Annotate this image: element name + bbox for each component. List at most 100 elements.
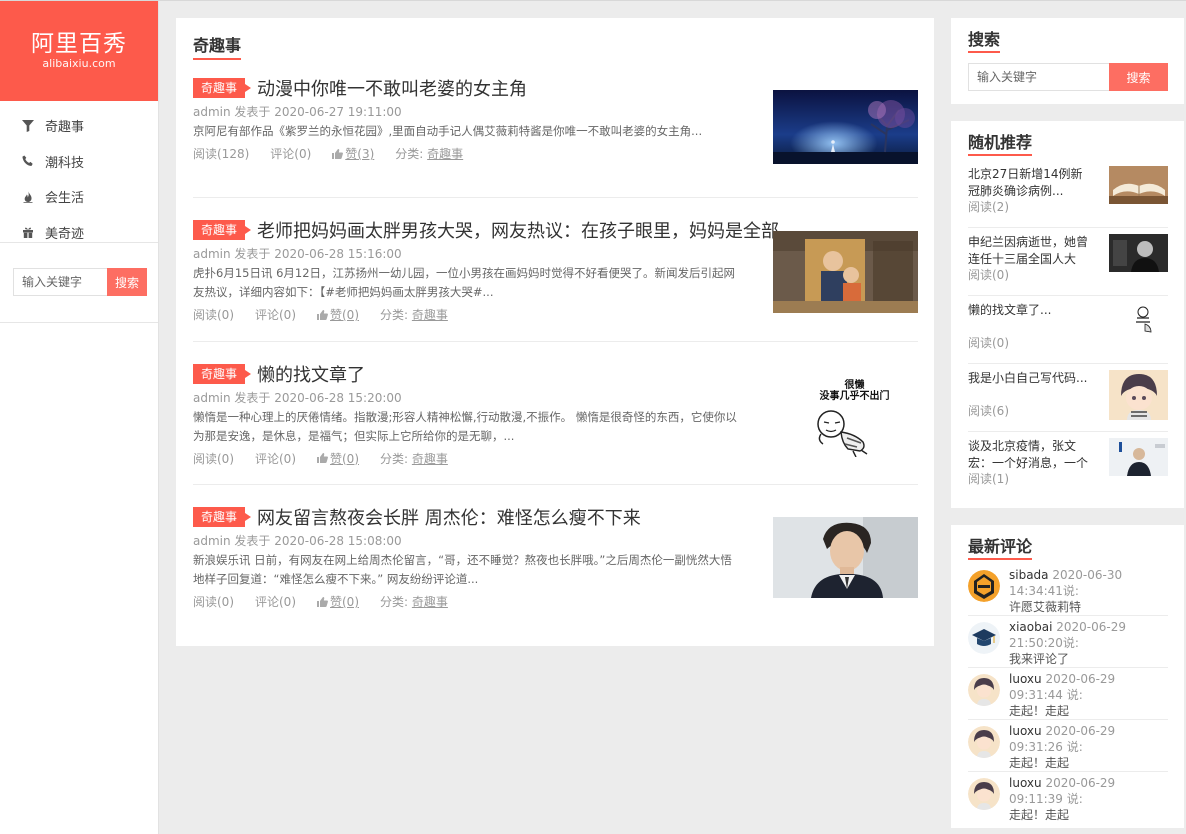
recommend-thumbnail[interactable] bbox=[1109, 234, 1168, 272]
post-title-link[interactable]: 老师把妈妈画太胖男孩大哭，网友热议：在孩子眼里，妈妈是全部 bbox=[257, 217, 779, 243]
category-tag[interactable]: 奇趣事 bbox=[193, 363, 252, 384]
site-logo[interactable]: 阿里百秀 alibaixiu.com bbox=[0, 1, 158, 101]
recommend-title[interactable]: 申纪兰因病逝世，她曾连任十三届全国人大代... bbox=[968, 234, 1093, 268]
filter-icon bbox=[22, 119, 34, 132]
comment-item[interactable]: luoxu 2020-06-29 09:31:44 说: 走起！走起 bbox=[968, 668, 1168, 720]
like-button[interactable]: 赞(0) bbox=[317, 593, 359, 610]
like-count: 赞(0) bbox=[330, 595, 359, 609]
post-item: 奇趣事 动漫中你唯一不敢叫老婆的女主角 admin 发表于 2020-06-27… bbox=[193, 74, 918, 198]
comment-author[interactable]: luoxu bbox=[1009, 672, 1042, 686]
recommend-thumbnail[interactable] bbox=[1109, 438, 1168, 476]
post-title-link[interactable]: 懒的找文章了 bbox=[257, 361, 365, 387]
thumbs-up-icon bbox=[317, 453, 328, 463]
read-count: 阅读(0) bbox=[193, 595, 234, 609]
comment-count: 评论(0) bbox=[255, 451, 296, 466]
helmet-avatar-icon bbox=[968, 570, 1000, 602]
comment-author[interactable]: luoxu bbox=[1009, 776, 1042, 790]
phone-icon bbox=[22, 155, 33, 167]
post-item: 奇趣事 网友留言熬夜会长胖 周杰伦：难怪怎么瘦不下来 admin 发表于 202… bbox=[193, 485, 918, 629]
like-count: 赞(3) bbox=[345, 147, 375, 161]
like-count: 赞(0) bbox=[330, 451, 359, 466]
post-title-link[interactable]: 动漫中你唯一不敢叫老婆的女主角 bbox=[257, 75, 527, 101]
comment-author[interactable]: luoxu bbox=[1009, 724, 1042, 738]
recommend-thumbnail[interactable] bbox=[1109, 166, 1168, 204]
comment-text: 走起！走起 bbox=[1009, 704, 1070, 718]
comment-count: 评论(0) bbox=[255, 308, 296, 322]
post-excerpt: 新浪娱乐讯 日前，有网友在网上给周杰伦留言，“哥，还不睡觉？熬夜也长胖哦。”之后… bbox=[193, 553, 732, 586]
comment-item[interactable]: sibada 2020-06-30 14:34:41说: 许愿艾薇莉特 bbox=[968, 564, 1168, 616]
nav-item-label: 奇趣事 bbox=[45, 120, 85, 136]
graduation-cap-avatar-icon bbox=[968, 622, 1000, 654]
thumbs-up-icon bbox=[317, 596, 328, 607]
nav-item-qiqushi[interactable]: 奇趣事 bbox=[0, 108, 158, 144]
recommend-item[interactable]: 谈及北京疫情，张文宏：一个好消息，一个坏... 阅读(1) bbox=[968, 432, 1168, 500]
nav-item-label: 会生活 bbox=[45, 191, 85, 207]
comment-author[interactable]: sibada bbox=[1009, 568, 1049, 582]
comment-count: 评论(0) bbox=[255, 595, 296, 609]
post-thumbnail[interactable] bbox=[773, 90, 918, 164]
post-thumbnail[interactable]: 很懒 没事几乎不出门 bbox=[773, 374, 918, 457]
search-widget-title: 搜索 bbox=[968, 30, 1001, 53]
post-title-link[interactable]: 网友留言熬夜会长胖 周杰伦：难怪怎么瘦不下来 bbox=[257, 504, 641, 530]
comment-item[interactable]: luoxu 2020-06-29 09:31:26 说: 走起！走起 bbox=[968, 720, 1168, 772]
recommend-thumbnail[interactable] bbox=[1109, 302, 1168, 340]
post-thumbnail[interactable] bbox=[773, 231, 918, 313]
category-tag[interactable]: 奇趣事 bbox=[193, 220, 252, 240]
nav-item-chaokeji[interactable]: 潮科技 bbox=[0, 144, 158, 180]
category-tag[interactable]: 奇趣事 bbox=[193, 507, 252, 527]
category-link[interactable]: 奇趣事 bbox=[427, 147, 463, 161]
section-title: 奇趣事 bbox=[193, 36, 242, 60]
comment-item[interactable]: xiaobai 2020-06-29 21:50:20说: 我来评论了 bbox=[968, 616, 1168, 668]
recommend-item[interactable]: 我是小白自己写代码... 阅读(6) bbox=[968, 364, 1168, 432]
post-excerpt: 懒惰是一种心理上的厌倦情绪。指散漫;形容人精神松懈,行动散漫,不振作。 懒惰是很… bbox=[193, 409, 737, 443]
category-prefix: 分类: bbox=[380, 595, 409, 609]
comment-count: 评论(0) bbox=[270, 147, 312, 161]
recommend-title[interactable]: 我是小白自己写代码... bbox=[968, 370, 1093, 404]
left-search-input[interactable] bbox=[13, 268, 107, 296]
recommend-title[interactable]: 谈及北京疫情，张文宏：一个好消息，一个坏... bbox=[968, 438, 1093, 472]
read-count: 阅读(0) bbox=[193, 451, 234, 466]
anime-boy-avatar-icon bbox=[968, 674, 1000, 706]
portrait-photo bbox=[773, 517, 918, 598]
nav-item-label: 美奇迹 bbox=[45, 226, 85, 242]
category-link[interactable]: 奇趣事 bbox=[412, 452, 448, 466]
comment-text: 我来评论了 bbox=[1009, 652, 1070, 666]
category-link[interactable]: 奇趣事 bbox=[412, 595, 448, 609]
child-drawing-photo bbox=[773, 231, 918, 313]
recommend-item[interactable]: 北京27日新增14例新冠肺炎确诊病例... 阅读(2) bbox=[968, 160, 1168, 228]
post-thumbnail[interactable] bbox=[773, 517, 918, 598]
recommend-item[interactable]: 申纪兰因病逝世，她曾连任十三届全国人大代... 阅读(0) bbox=[968, 228, 1168, 296]
category-link[interactable]: 奇趣事 bbox=[412, 308, 448, 322]
category-tag[interactable]: 奇趣事 bbox=[193, 78, 252, 98]
lazy-meme-image bbox=[817, 409, 868, 457]
post-item: 奇趣事 老师把妈妈画太胖男孩大哭，网友热议：在孩子眼里，妈妈是全部 admin … bbox=[193, 198, 918, 342]
post-category: 分类: 奇趣事 bbox=[380, 450, 448, 467]
recommend-title[interactable]: 北京27日新增14例新冠肺炎确诊病例... bbox=[968, 166, 1093, 200]
thumb-caption-line1: 很懒 bbox=[844, 379, 865, 391]
gift-icon bbox=[23, 227, 33, 239]
like-button[interactable]: 赞(0) bbox=[317, 450, 359, 467]
recommend-item[interactable]: 懒的找文章了... 阅读(0) bbox=[968, 296, 1168, 364]
portrait-image bbox=[1109, 234, 1168, 272]
like-button[interactable]: 赞(0) bbox=[317, 306, 359, 323]
category-prefix: 分类: bbox=[395, 147, 424, 161]
search-input[interactable] bbox=[968, 63, 1109, 91]
search-button[interactable]: 搜索 bbox=[1109, 63, 1168, 91]
like-button[interactable]: 赞(3) bbox=[332, 145, 374, 162]
recommend-title[interactable]: 懒的找文章了... bbox=[968, 302, 1093, 336]
main-nav: 奇趣事 潮科技 会生活 美奇迹 bbox=[0, 101, 158, 243]
read-count: 阅读(0) bbox=[193, 308, 234, 322]
nav-item-huishenghuo[interactable]: 会生活 bbox=[0, 179, 158, 215]
read-count: 阅读(128) bbox=[193, 147, 250, 161]
comment-author[interactable]: xiaobai bbox=[1009, 620, 1052, 634]
left-sidebar: 阿里百秀 alibaixiu.com 奇趣事 潮科技 会生活 美奇迹 搜索 bbox=[0, 1, 159, 834]
press-conference-image bbox=[1109, 438, 1168, 476]
anime-boy-avatar-icon bbox=[968, 778, 1000, 810]
post-excerpt: 虎扑6月15日讯 6月12日，江苏扬州一幼儿园，一位小男孩在画妈妈时觉得不好看便… bbox=[193, 266, 736, 299]
nav-item-label: 潮科技 bbox=[45, 155, 85, 171]
comment-item[interactable]: luoxu 2020-06-29 09:11:39 说: 走起！走起 bbox=[968, 772, 1168, 824]
left-search-button[interactable]: 搜索 bbox=[107, 268, 147, 296]
like-count: 赞(0) bbox=[330, 308, 359, 322]
book-image bbox=[1109, 166, 1168, 204]
recommend-thumbnail[interactable] bbox=[1109, 370, 1168, 420]
